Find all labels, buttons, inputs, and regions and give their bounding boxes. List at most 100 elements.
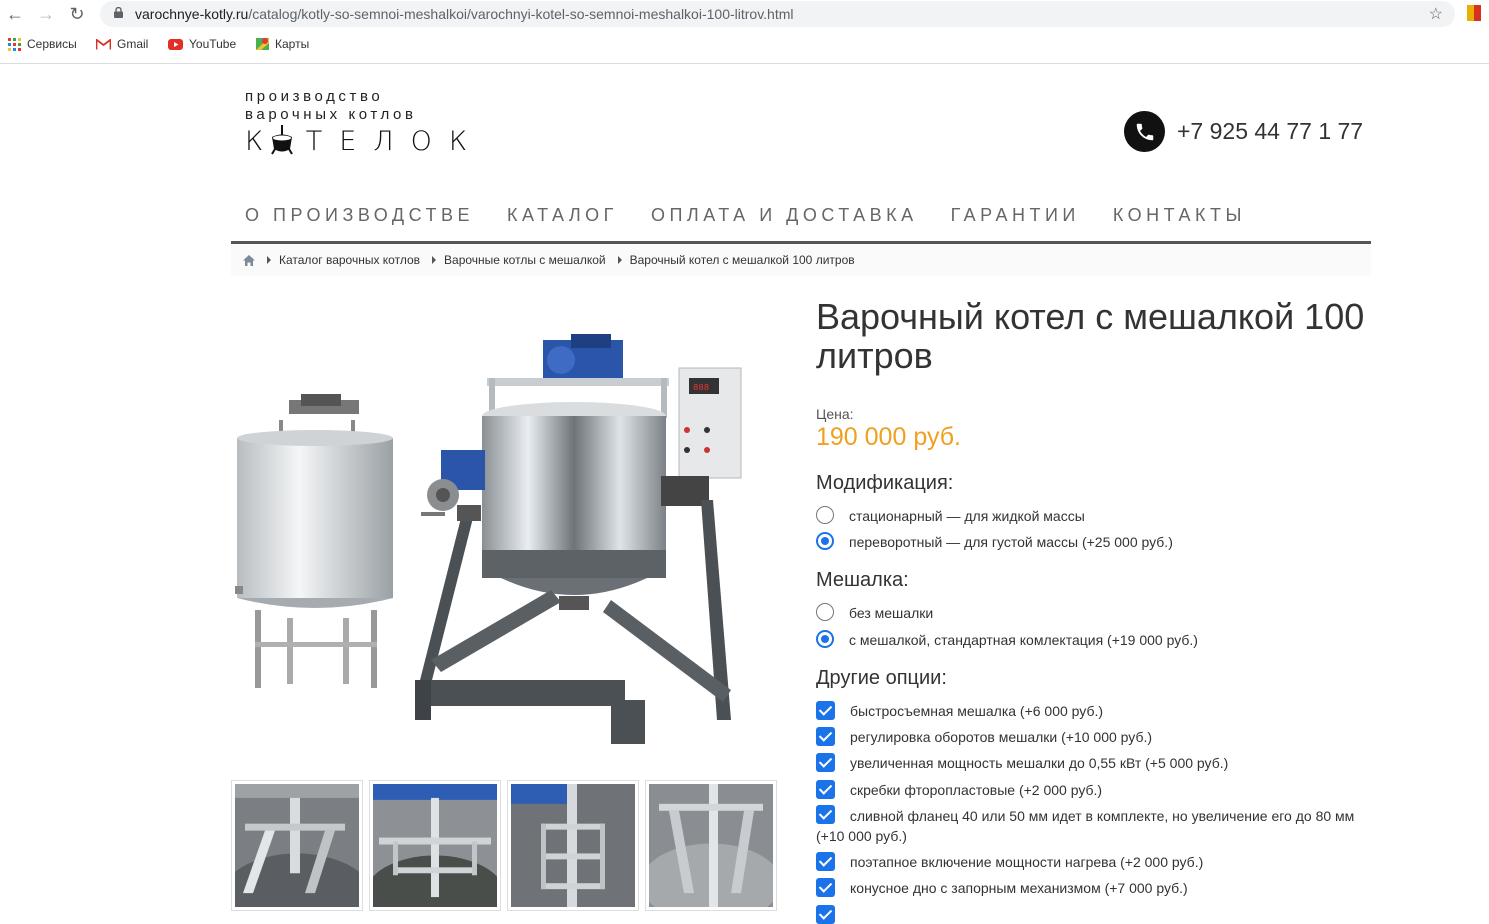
browser-toolbar: ← → ↻ varochnye-kotly.ru/catalog/kotly-s… (0, 0, 1489, 28)
checkbox-checked[interactable] (816, 805, 835, 824)
option-label: с мешалкой, стандартная комлектация (+19… (849, 632, 1198, 648)
option-label: переворотный — для густой массы (+25 000… (849, 534, 1173, 550)
other-option-stepwise-heating[interactable]: поэтапное включение мощности нагрева (+2… (816, 852, 1361, 872)
other-option-drain-flange[interactable]: сливной фланец 40 или 50 мм идет в компл… (816, 805, 1361, 846)
bookmark-youtube[interactable]: YouTube (168, 37, 236, 51)
logo-line1: производство (245, 88, 384, 105)
checkbox-checked[interactable] (816, 701, 835, 720)
thumbnail-4[interactable] (645, 780, 777, 911)
url-path: /catalog/kotly-so-semnoi-meshalkoi/varoc… (248, 6, 794, 22)
modification-heading: Модификация: (816, 472, 954, 494)
checkbox-checked[interactable] (816, 905, 835, 924)
logo-line2: варочных котлов (245, 106, 417, 123)
bookmark-label: Сервисы (27, 37, 77, 51)
option-label: конусное дно с запорным механизмом (+7 0… (850, 880, 1188, 896)
bookmark-maps[interactable]: Карты (256, 37, 309, 51)
menu-item-contacts[interactable]: КОНТАКТЫ (1113, 205, 1246, 226)
price-label: Цена: (816, 406, 854, 422)
mixer-option-standard[interactable]: с мешалкой, стандартная комлектация (+19… (816, 630, 1361, 650)
bookmark-label: YouTube (189, 37, 237, 51)
lock-icon (114, 7, 123, 18)
thumbnail-image (373, 784, 497, 907)
other-option-increased-power[interactable]: увеличенная мощность мешалки до 0,55 кВт… (816, 753, 1361, 773)
other-option-partially-visible[interactable] (816, 905, 1361, 924)
bookmarks-bar: Сервисы Gmail YouTube Карты (0, 34, 1489, 56)
breadcrumb: Каталог варочных котлов Варочные котлы с… (231, 244, 1371, 276)
thumbnail-1[interactable] (231, 780, 363, 911)
modification-option-tilting[interactable]: переворотный — для густой массы (+25 000… (816, 532, 1361, 552)
chrome-divider (0, 63, 1489, 64)
checkbox-checked[interactable] (816, 727, 835, 746)
bookmark-gmail[interactable]: Gmail (96, 37, 148, 51)
breadcrumb-separator-icon (432, 256, 437, 264)
phone-number: +7 925 44 77 1 77 (1177, 118, 1364, 144)
product-main-image[interactable]: 888 (231, 300, 783, 770)
breadcrumb-category[interactable]: Варочные котлы с мешалкой (444, 253, 606, 267)
other-option-conical-bottom[interactable]: конусное дно с запорным механизмом (+7 0… (816, 878, 1361, 898)
gmail-icon (96, 38, 111, 50)
home-icon[interactable] (243, 254, 255, 266)
url-host: varochnye-kotly.ru (135, 6, 249, 22)
checkbox-checked[interactable] (816, 878, 835, 897)
option-label: скребки фторопластовые (+2 000 руб.) (850, 782, 1103, 798)
radio-button-selected[interactable] (816, 532, 834, 550)
thumbnail-image (511, 784, 635, 907)
thumbnail-image (649, 784, 773, 907)
thumbnail-strip (231, 780, 777, 911)
address-bar[interactable]: varochnye-kotly.ru/catalog/kotly-so-semn… (100, 1, 1455, 27)
checkbox-checked[interactable] (816, 852, 835, 871)
maps-icon (256, 38, 269, 50)
header-phone[interactable]: +7 925 44 77 1 77 (1124, 111, 1363, 152)
thumbnail-2[interactable] (369, 780, 501, 911)
main-menu: О ПРОИЗВОДСТВЕ КАТАЛОГ ОПЛАТА И ДОСТАВКА… (245, 205, 1279, 226)
modification-option-stationary[interactable]: стационарный — для жидкой массы (816, 506, 1361, 526)
bookmark-label: Карты (275, 37, 310, 51)
forward-icon[interactable]: → (35, 3, 57, 25)
bookmark-label: Gmail (117, 37, 149, 51)
other-option-speed-control[interactable]: регулировка оборотов мешалки (+10 000 ру… (816, 727, 1361, 747)
mixer-heading: Мешалка: (816, 569, 909, 591)
reload-icon[interactable]: ↻ (66, 3, 88, 25)
breadcrumb-current: Варочный котел с мешалкой 100 литров (629, 253, 855, 267)
option-label: регулировка оборотов мешалки (+10 000 ру… (850, 729, 1153, 745)
url-text: varochnye-kotly.ru/catalog/kotly-so-semn… (135, 6, 794, 22)
menu-item-guarantees[interactable]: ГАРАНТИИ (951, 205, 1080, 226)
option-label: поэтапное включение мощности нагрева (+2… (850, 854, 1204, 870)
option-label: увеличенная мощность мешалки до 0,55 кВт… (850, 755, 1229, 771)
site-logo[interactable]: производство варочных котлов К ТЕЛОК (245, 88, 467, 158)
radio-button[interactable] (816, 603, 834, 621)
extension-icon[interactable] (1467, 5, 1481, 21)
option-label: сливной фланец 40 или 50 мм идет в компл… (816, 808, 1355, 844)
phone-icon (1124, 111, 1165, 152)
breadcrumb-separator-icon (267, 256, 271, 264)
radio-button[interactable] (816, 506, 834, 524)
thumbnail-3[interactable] (507, 780, 639, 911)
small-tank-illustration (235, 394, 393, 688)
kettle-illustration: 888 (415, 334, 742, 744)
breadcrumb-catalog[interactable]: Каталог варочных котлов (279, 253, 420, 267)
product-price: 190 000 руб. (816, 423, 961, 451)
mixer-option-none[interactable]: без мешалки (816, 603, 1361, 623)
option-label: стационарный — для жидкой массы (849, 508, 1085, 524)
other-options-heading: Другие опции: (816, 667, 947, 689)
checkbox-checked[interactable] (816, 780, 835, 799)
thumbnail-image (235, 784, 359, 907)
menu-item-payment-delivery[interactable]: ОПЛАТА И ДОСТАВКА (651, 205, 918, 226)
product-title: Варочный котел с мешалкой 100 литров (816, 296, 1365, 376)
option-label: быстросъемная мешалка (+6 000 руб.) (850, 703, 1104, 719)
other-option-quick-release-mixer[interactable]: быстросъемная мешалка (+6 000 руб.) (816, 701, 1361, 721)
pot-logo-icon (271, 125, 293, 155)
bookmark-star-icon[interactable]: ☆ (1429, 4, 1443, 24)
apps-grid-icon (8, 37, 21, 51)
menu-item-catalog[interactable]: КАТАЛОГ (507, 205, 618, 226)
radio-button-selected[interactable] (816, 630, 834, 648)
back-icon[interactable]: ← (4, 3, 26, 25)
option-label: без мешалки (849, 605, 934, 621)
youtube-icon (168, 38, 183, 50)
breadcrumb-separator-icon (617, 256, 622, 264)
bookmark-services[interactable]: Сервисы (8, 37, 77, 51)
checkbox-checked[interactable] (816, 753, 835, 772)
menu-item-about[interactable]: О ПРОИЗВОДСТВЕ (245, 205, 474, 226)
other-option-scrapers[interactable]: скребки фторопластовые (+2 000 руб.) (816, 780, 1361, 800)
svg-text:888: 888 (693, 383, 709, 393)
